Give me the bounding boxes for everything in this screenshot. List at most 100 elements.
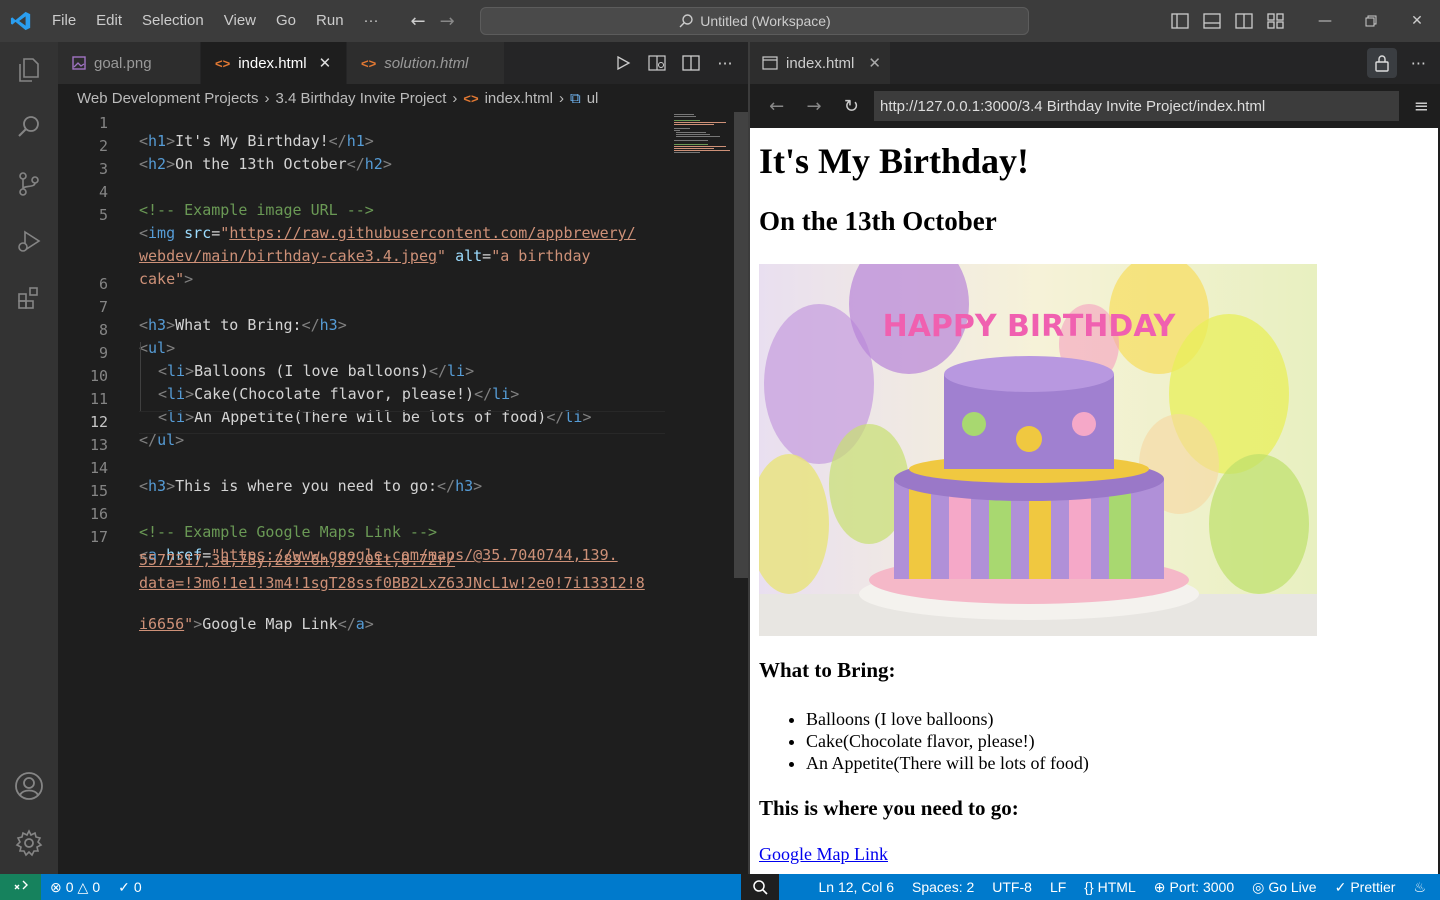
command-center-search[interactable]: Untitled (Workspace): [480, 7, 1029, 35]
ports-indicator[interactable]: ✓ 0: [109, 879, 151, 896]
menu-view[interactable]: View: [214, 0, 266, 42]
search-view-icon[interactable]: [0, 99, 58, 155]
menu-more[interactable]: ···: [354, 0, 389, 42]
warning-icon: △: [77, 878, 89, 895]
browser-preview: index.html ✕ ··· ← → ↻ http://127.0.0.1:…: [750, 42, 1440, 874]
menu-go[interactable]: Go: [266, 0, 306, 42]
toggle-sidebar-icon[interactable]: [1164, 0, 1196, 42]
toggle-panel-icon[interactable]: [1196, 0, 1228, 42]
lock-icon[interactable]: [1366, 48, 1397, 78]
explorer-icon[interactable]: [0, 42, 58, 98]
back-arrow-icon[interactable]: ←: [411, 11, 426, 32]
tab-label: index.html: [238, 54, 307, 72]
editor-scrollbar[interactable]: [734, 112, 748, 874]
heading-what-to-bring: What to Bring:: [759, 658, 896, 682]
menu-selection[interactable]: Selection: [132, 0, 214, 42]
indentation[interactable]: Spaces: 2: [903, 879, 983, 895]
prettier-status[interactable]: ✓ Prettier: [1326, 879, 1405, 896]
menu-run[interactable]: Run: [306, 0, 354, 42]
problems-indicator[interactable]: ⊗ 0 △ 0: [41, 879, 109, 896]
close-tab-icon[interactable]: ✕: [319, 54, 332, 72]
web-page: It's My Birthday! On the 13th October HA…: [750, 128, 1438, 874]
line-number: 2: [98, 137, 108, 155]
tab-goal-png[interactable]: goal.png: [58, 42, 201, 84]
account-icon[interactable]: [0, 758, 58, 814]
settings-gear-icon[interactable]: [0, 815, 58, 871]
line-number: 10: [89, 367, 108, 385]
page-heading: It's My Birthday!: [759, 141, 1029, 181]
zoom-icon[interactable]: [741, 874, 779, 900]
scrollbar-thumb[interactable]: [734, 112, 748, 578]
line-number: 11: [89, 390, 108, 408]
go-live-button[interactable]: ◎ Go Live: [1243, 879, 1325, 896]
run-debug-icon[interactable]: [0, 213, 58, 269]
tab-solution-html[interactable]: <> solution.html: [347, 42, 505, 84]
line-number: 7: [98, 298, 108, 316]
tab-label: goal.png: [94, 54, 152, 72]
end-of-line[interactable]: LF: [1041, 879, 1075, 895]
breadcrumb-item[interactable]: index.html: [485, 90, 553, 107]
menu-bar: File Edit Selection View Go Run ···: [42, 0, 389, 42]
tab-label: index.html: [786, 54, 855, 72]
source-control-icon[interactable]: [0, 156, 58, 212]
breadcrumb-item[interactable]: 3.4 Birthday Invite Project: [275, 90, 446, 107]
editor-tabs: goal.png <> index.html ✕ <> solution.htm…: [58, 42, 748, 84]
chevron-right-icon: ›: [558, 89, 564, 107]
breadcrumb: Web Development Projects › 3.4 Birthday …: [58, 84, 748, 112]
forward-icon[interactable]: →: [795, 91, 832, 121]
line-number: 17: [89, 528, 108, 546]
bell-icon[interactable]: ♨: [1404, 879, 1440, 896]
breadcrumb-item[interactable]: ul: [587, 90, 599, 107]
tab-index-html[interactable]: <> index.html ✕: [201, 42, 347, 84]
minimize-icon[interactable]: —: [1302, 0, 1348, 42]
run-icon[interactable]: [608, 48, 638, 78]
menu-icon[interactable]: ≡: [1403, 91, 1440, 121]
chevron-right-icon: ›: [264, 89, 270, 107]
toggle-secondary-sidebar-icon[interactable]: [1228, 0, 1260, 42]
reload-icon[interactable]: ↻: [833, 91, 870, 121]
current-line-highlight: [139, 411, 665, 434]
birthday-cake-image: HAPPY BIRTHDAY: [759, 264, 1317, 636]
more-actions-icon[interactable]: ···: [1405, 54, 1432, 73]
error-icon: ⊗: [50, 878, 62, 895]
split-editor-icon[interactable]: [676, 48, 706, 78]
line-number: 13: [89, 436, 108, 454]
url-bar: ← → ↻ http://127.0.0.1:3000/3.4 Birthday…: [750, 84, 1440, 128]
line-number: 15: [89, 482, 108, 500]
tab-browser-index-html[interactable]: index.html ✕: [750, 42, 890, 84]
live-icon: ◎: [1252, 878, 1265, 895]
line-number: 6: [98, 275, 108, 293]
code-line-17-wrap: i6656">Google Map Link</a>: [139, 615, 374, 633]
customize-layout-icon[interactable]: [1260, 0, 1292, 42]
encoding[interactable]: UTF-8: [983, 879, 1041, 895]
heading-where-to-go: This is where you need to go:: [759, 796, 1019, 820]
breadcrumb-item[interactable]: Web Development Projects: [77, 90, 258, 107]
line-number: 3: [98, 160, 108, 178]
extensions-icon[interactable]: [0, 270, 58, 326]
list-item: An Appetite(There will be lots of food): [806, 752, 1089, 774]
close-tab-icon[interactable]: ✕: [868, 54, 881, 72]
svg-text:HAPPY BIRTHDAY: HAPPY BIRTHDAY: [883, 309, 1177, 344]
line-number: 8: [98, 321, 108, 339]
cursor-position[interactable]: Ln 12, Col 6: [810, 879, 904, 895]
close-window-icon[interactable]: ✕: [1394, 0, 1440, 42]
forward-arrow-icon[interactable]: →: [440, 11, 455, 32]
line-number: 4: [98, 183, 108, 201]
back-icon[interactable]: ←: [758, 91, 795, 121]
menu-file[interactable]: File: [42, 0, 86, 42]
more-actions-icon[interactable]: ···: [710, 48, 740, 78]
port-status[interactable]: ⊕ Port: 3000: [1145, 879, 1243, 896]
remote-icon[interactable]: [0, 874, 41, 900]
restore-icon[interactable]: [1348, 0, 1394, 42]
code-editor[interactable]: 1 <h1>It's My Birthday!</h1> 2 <h2>On th…: [58, 112, 734, 874]
broadcast-icon: ⊕: [1153, 878, 1166, 895]
vscode-logo-icon: [0, 0, 42, 42]
check-icon: ✓: [1334, 878, 1347, 895]
minimap[interactable]: [674, 112, 734, 158]
language-mode[interactable]: {} HTML: [1075, 879, 1144, 895]
google-map-link[interactable]: Google Map Link: [759, 844, 888, 865]
url-input[interactable]: http://127.0.0.1:3000/3.4 Birthday Invit…: [873, 91, 1399, 121]
menu-edit[interactable]: Edit: [86, 0, 132, 42]
open-preview-icon[interactable]: [642, 48, 672, 78]
title-bar: File Edit Selection View Go Run ··· ← → …: [0, 0, 1440, 42]
